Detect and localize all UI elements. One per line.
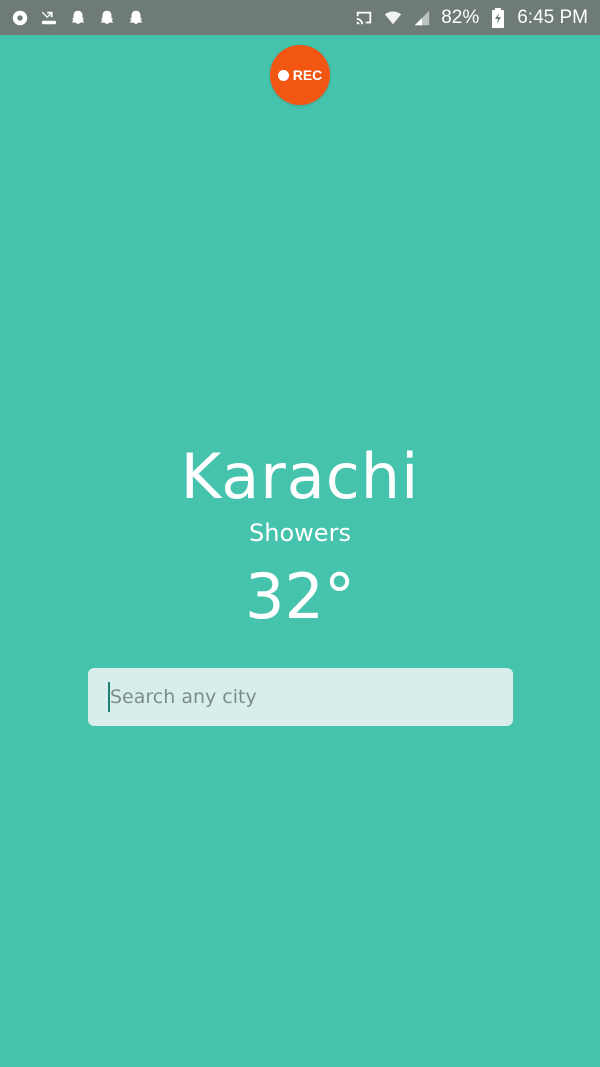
snapchat-icon [97,8,117,28]
chrome-icon [10,8,30,28]
status-time: 6:45 PM [517,6,588,28]
signal-icon [412,8,432,28]
record-dot-icon [277,69,289,81]
temperature: 32° [245,560,355,633]
record-button-label: REC [292,67,323,83]
missed-call-icon [39,8,59,28]
search-box[interactable] [88,668,513,726]
weather-condition: Showers [249,519,351,547]
battery-charging-icon [488,7,508,28]
battery-percentage: 82% [441,6,480,28]
status-bar: 82% 6:45 PM [0,0,600,35]
snapchat-icon [126,8,146,28]
status-bar-system: 82% 6:45 PM [354,7,588,29]
search-input[interactable] [110,677,490,717]
cast-icon [354,8,374,28]
record-button[interactable]: REC [270,45,330,105]
wifi-icon [383,8,403,28]
city-name: Karachi [180,440,420,513]
status-bar-notifications [10,8,146,28]
snapchat-icon [68,8,88,28]
